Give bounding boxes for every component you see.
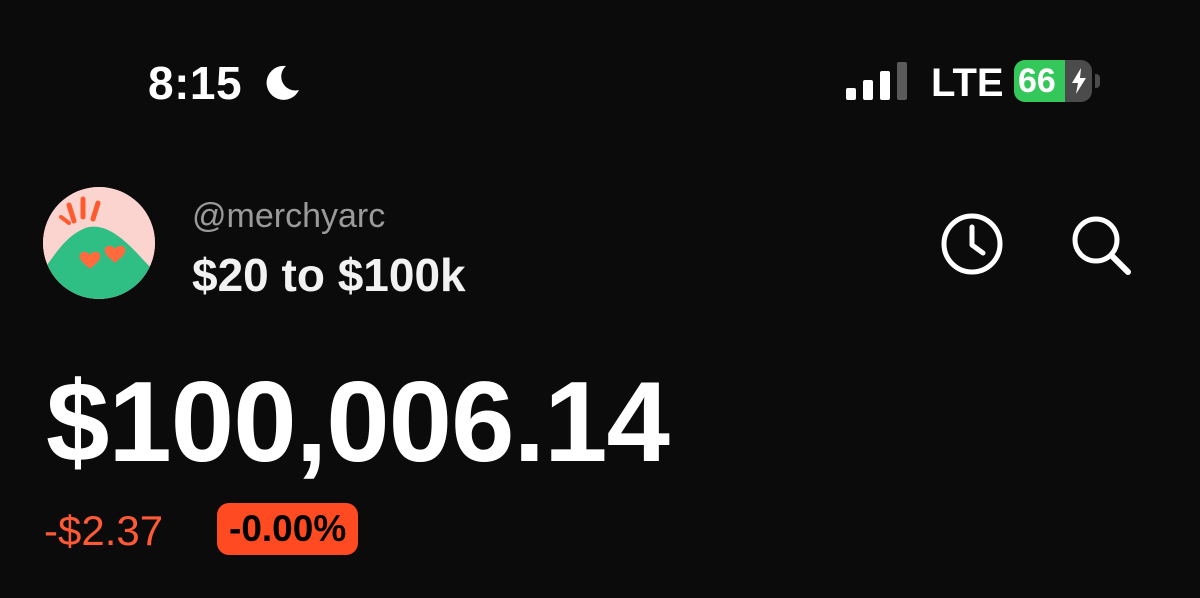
username-handle: @merchyarc bbox=[192, 197, 386, 235]
status-bar: 8:15 LTE 66 bbox=[0, 0, 1200, 130]
charging-bolt-icon bbox=[1072, 68, 1086, 94]
network-type: LTE bbox=[931, 61, 1004, 105]
battery-cap bbox=[1095, 74, 1100, 88]
cellular-signal-icon bbox=[846, 62, 907, 100]
portfolio-title: $20 to $100k bbox=[192, 249, 466, 301]
avatar-illustration bbox=[43, 187, 155, 299]
portfolio-balance: $100,006.14 bbox=[46, 359, 670, 486]
battery-level: 66 bbox=[1018, 62, 1056, 100]
daily-change-percent-badge: -0.00% bbox=[217, 503, 359, 555]
clock-icon bbox=[941, 213, 1003, 275]
status-time: 8:15 bbox=[148, 57, 243, 109]
battery-indicator: 66 bbox=[1014, 60, 1102, 102]
search-icon bbox=[1072, 216, 1131, 275]
avatar[interactable] bbox=[43, 187, 155, 299]
moon-icon bbox=[266, 65, 299, 100]
battery-body: 66 bbox=[1014, 60, 1092, 102]
search-button[interactable] bbox=[1068, 212, 1134, 278]
daily-change-amount: -$2.37 bbox=[44, 507, 164, 554]
history-button[interactable] bbox=[940, 212, 1004, 276]
